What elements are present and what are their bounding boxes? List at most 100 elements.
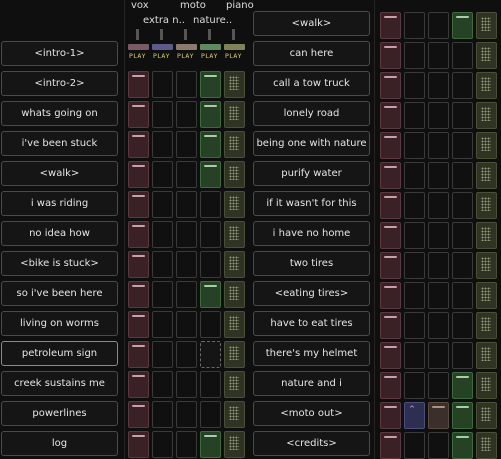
clip-slot-filled[interactable] bbox=[380, 312, 401, 339]
play-button[interactable]: PLAY bbox=[153, 52, 170, 60]
scene-button[interactable]: so i've been here bbox=[1, 281, 118, 306]
clip-slot-filled[interactable] bbox=[380, 72, 401, 99]
clip-slot-filled[interactable] bbox=[476, 132, 497, 159]
clip-slot-empty[interactable] bbox=[428, 372, 449, 399]
scene-button[interactable]: call a tow truck bbox=[253, 71, 370, 96]
scene-button[interactable]: two tires bbox=[253, 251, 370, 276]
clip-slot-filled[interactable] bbox=[476, 72, 497, 99]
clip-slot-filled[interactable] bbox=[128, 281, 149, 308]
clip-slot-filled[interactable] bbox=[224, 431, 245, 458]
clip-slot-empty[interactable] bbox=[176, 131, 197, 158]
scene-button[interactable]: being one with nature bbox=[253, 131, 370, 156]
clip-slot-empty[interactable] bbox=[452, 192, 473, 219]
scene-button[interactable]: <intro-2> bbox=[1, 71, 118, 96]
clip-slot-filled[interactable] bbox=[128, 101, 149, 128]
scene-button[interactable]: there's my helmet bbox=[253, 341, 370, 366]
clip-slot-empty[interactable] bbox=[152, 401, 173, 428]
clip-slot-filled[interactable] bbox=[380, 342, 401, 369]
clip-slot-empty[interactable] bbox=[176, 311, 197, 338]
clip-slot-filled[interactable] bbox=[224, 281, 245, 308]
clip-slot-filled[interactable] bbox=[452, 432, 473, 459]
clip-slot-empty[interactable] bbox=[152, 221, 173, 248]
clip-slot-filled[interactable] bbox=[476, 402, 497, 429]
clip-slot-empty[interactable] bbox=[152, 71, 173, 98]
clip-slot-filled[interactable] bbox=[128, 341, 149, 368]
play-button[interactable]: PLAY bbox=[177, 52, 194, 60]
clip-slot-filled[interactable] bbox=[428, 402, 449, 429]
clip-slot-empty[interactable] bbox=[404, 12, 425, 39]
clip-slot-filled[interactable] bbox=[380, 132, 401, 159]
scene-button[interactable]: purify water bbox=[253, 161, 370, 186]
clip-slot-empty[interactable] bbox=[176, 191, 197, 218]
clip-slot-filled[interactable] bbox=[380, 222, 401, 249]
scene-button[interactable]: nature and i bbox=[253, 371, 370, 396]
scene-button[interactable]: no idea how bbox=[1, 221, 118, 246]
clip-slot-empty[interactable] bbox=[428, 162, 449, 189]
clip-slot-filled[interactable] bbox=[200, 131, 221, 158]
clip-slot-empty[interactable] bbox=[452, 312, 473, 339]
clip-slot-filled[interactable] bbox=[224, 71, 245, 98]
clip-slot-empty[interactable] bbox=[428, 432, 449, 459]
clip-slot-empty[interactable] bbox=[176, 101, 197, 128]
clip-slot-empty[interactable] bbox=[404, 432, 425, 459]
clip-slot-filled[interactable] bbox=[476, 162, 497, 189]
clip-slot-empty[interactable] bbox=[152, 281, 173, 308]
clip-slot-filled[interactable] bbox=[476, 282, 497, 309]
clip-slot-empty[interactable] bbox=[176, 161, 197, 188]
clip-slot-empty[interactable] bbox=[176, 401, 197, 428]
clip-slot-empty[interactable] bbox=[404, 282, 425, 309]
clip-slot-empty[interactable] bbox=[152, 251, 173, 278]
clip-slot-empty[interactable] bbox=[428, 222, 449, 249]
scene-button[interactable]: powerlines bbox=[1, 401, 118, 426]
clip-slot-empty[interactable] bbox=[428, 252, 449, 279]
scene-button[interactable]: <credits> bbox=[253, 431, 370, 456]
clip-slot-empty[interactable] bbox=[152, 191, 173, 218]
clip-slot-filled[interactable] bbox=[380, 252, 401, 279]
track-volume-fader[interactable] bbox=[232, 29, 235, 40]
clip-slot-filled[interactable] bbox=[380, 102, 401, 129]
clip-slot-filled[interactable] bbox=[452, 402, 473, 429]
play-button[interactable]: PLAY bbox=[129, 52, 146, 60]
clip-slot-empty[interactable] bbox=[404, 222, 425, 249]
clip-slot-empty[interactable] bbox=[176, 251, 197, 278]
scene-button[interactable]: <intro-1> bbox=[1, 41, 118, 66]
clip-slot-filled[interactable] bbox=[200, 341, 221, 368]
clip-slot-empty[interactable] bbox=[404, 132, 425, 159]
clip-slot-filled[interactable] bbox=[128, 371, 149, 398]
clip-slot-empty[interactable] bbox=[404, 192, 425, 219]
clip-slot-empty[interactable] bbox=[404, 372, 425, 399]
scene-button[interactable]: <eating tires> bbox=[253, 281, 370, 306]
clip-slot-filled[interactable] bbox=[224, 341, 245, 368]
track-volume-fader[interactable] bbox=[208, 29, 211, 40]
clip-slot-empty[interactable] bbox=[152, 161, 173, 188]
clip-slot-filled[interactable] bbox=[200, 101, 221, 128]
clip-slot-empty[interactable] bbox=[404, 252, 425, 279]
clip-slot-filled[interactable] bbox=[476, 312, 497, 339]
track-volume-fader[interactable] bbox=[160, 29, 163, 40]
play-button[interactable]: PLAY bbox=[201, 52, 218, 60]
clip-slot-filled[interactable] bbox=[128, 431, 149, 458]
clip-slot-filled[interactable] bbox=[200, 161, 221, 188]
clip-slot-empty[interactable] bbox=[152, 131, 173, 158]
play-button[interactable]: PLAY bbox=[225, 52, 242, 60]
scene-button[interactable]: can here bbox=[253, 41, 370, 66]
clip-slot-filled[interactable] bbox=[476, 372, 497, 399]
clip-slot-empty[interactable] bbox=[428, 132, 449, 159]
scene-button[interactable]: creek sustains me bbox=[1, 371, 118, 396]
clip-slot-filled[interactable] bbox=[380, 192, 401, 219]
clip-slot-filled[interactable] bbox=[476, 252, 497, 279]
clip-slot-empty[interactable] bbox=[404, 342, 425, 369]
clip-slot-empty[interactable] bbox=[428, 282, 449, 309]
clip-slot-filled[interactable] bbox=[224, 251, 245, 278]
scene-button[interactable]: <bike is stuck> bbox=[1, 251, 118, 276]
clip-slot-empty[interactable] bbox=[452, 252, 473, 279]
clip-slot-filled[interactable] bbox=[224, 371, 245, 398]
clip-slot-empty[interactable] bbox=[176, 341, 197, 368]
track-volume-fader[interactable] bbox=[136, 29, 139, 40]
clip-slot-filled[interactable] bbox=[128, 161, 149, 188]
clip-slot-empty[interactable] bbox=[176, 71, 197, 98]
clip-slot-filled[interactable] bbox=[128, 251, 149, 278]
clip-slot-empty[interactable] bbox=[176, 281, 197, 308]
clip-slot-filled[interactable] bbox=[452, 372, 473, 399]
clip-slot-filled[interactable] bbox=[224, 221, 245, 248]
